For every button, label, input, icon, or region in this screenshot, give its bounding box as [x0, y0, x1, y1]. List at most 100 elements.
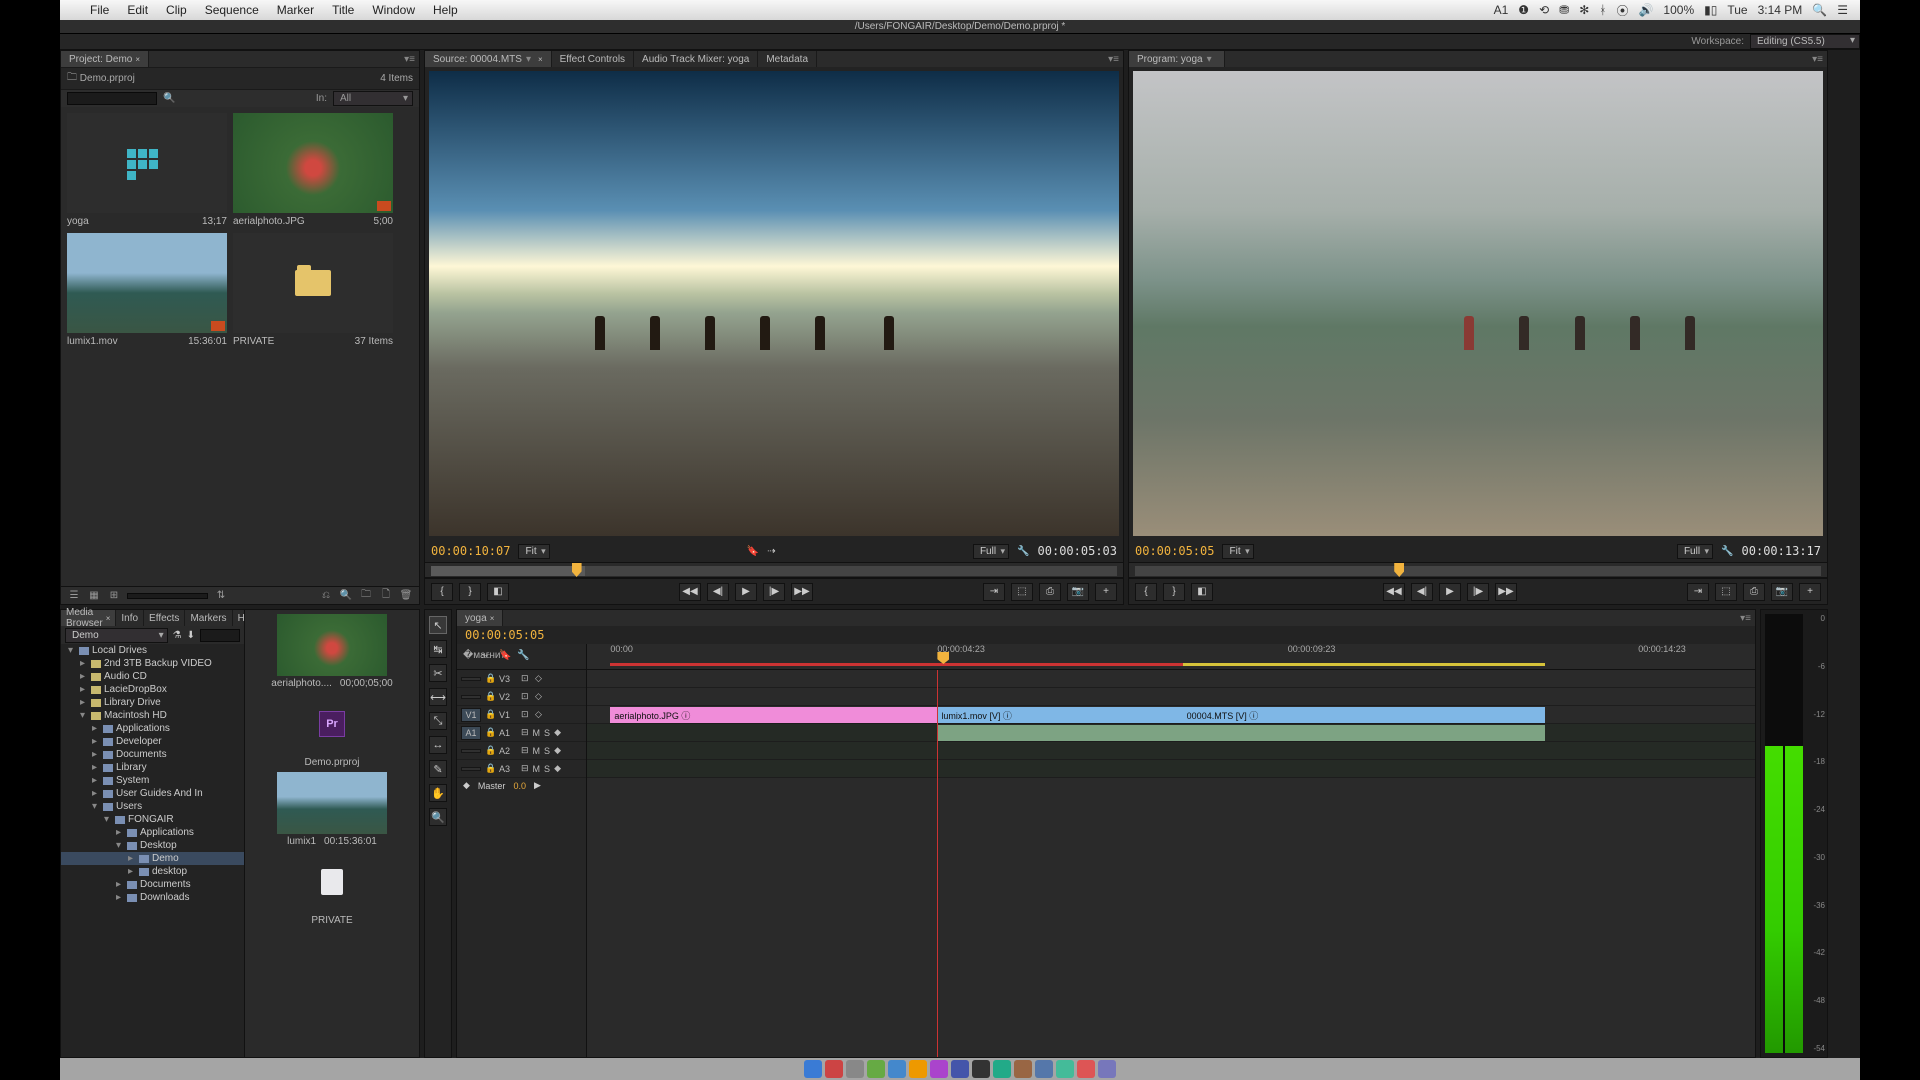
audio-track-header[interactable]: A1🔒A1⊟MS◆: [457, 724, 586, 742]
evernote-icon[interactable]: ✻: [1579, 3, 1589, 17]
sort-icon[interactable]: ⇅: [214, 590, 228, 602]
mute-icon[interactable]: ⊟: [521, 763, 529, 774]
dock-app-icon[interactable]: [1014, 1060, 1032, 1078]
lock-icon[interactable]: 🔒: [485, 709, 495, 720]
marker-add-icon[interactable]: 🔖: [499, 650, 513, 664]
video-track-header[interactable]: 🔒V3⊡◇: [457, 670, 586, 688]
export-frame-button[interactable]: ⎙: [1743, 583, 1765, 601]
mute-icon[interactable]: ⊟: [521, 727, 529, 738]
camera-button[interactable]: 📷: [1067, 583, 1089, 601]
toggle-sync-icon[interactable]: ◇: [535, 673, 542, 684]
rate-stretch-tool[interactable]: ⟷: [429, 688, 447, 706]
spotlight-icon[interactable]: 🔍: [1812, 3, 1827, 17]
dock-app-icon[interactable]: [888, 1060, 906, 1078]
hand-tool[interactable]: ✋: [429, 784, 447, 802]
tree-row[interactable]: ▸Library Drive: [61, 696, 244, 709]
find-icon[interactable]: 🔍: [339, 590, 353, 602]
menu-sequence[interactable]: Sequence: [205, 3, 259, 17]
tree-row[interactable]: ▾Desktop: [61, 839, 244, 852]
program-zoom-dropdown[interactable]: Fit: [1222, 544, 1253, 559]
source-patch[interactable]: A1: [461, 726, 481, 740]
wrench-icon[interactable]: 🔧: [1017, 546, 1029, 557]
dock-app-icon[interactable]: [825, 1060, 843, 1078]
link-icon[interactable]: ⫘: [481, 650, 495, 664]
toggle-output-icon[interactable]: ⊡: [521, 673, 531, 684]
timeline-tracks[interactable]: aerialphoto.JPG ⓘlumix1.mov [V] ⓘ00004.M…: [587, 670, 1755, 1057]
audio-track-header[interactable]: 🔒A3⊟MS◆: [457, 760, 586, 778]
marker-icon[interactable]: 🔖: [747, 546, 759, 557]
panel-menu-icon[interactable]: ▾≡: [404, 54, 415, 65]
audio-track-header[interactable]: 🔒A2⊟MS◆: [457, 742, 586, 760]
export-frame-button[interactable]: ⎙: [1039, 583, 1061, 601]
filter-icon[interactable]: ⚗: [173, 630, 182, 641]
timeline-clip[interactable]: [1183, 725, 1545, 741]
metadata-tab[interactable]: Metadata: [758, 51, 817, 67]
tree-row[interactable]: ▾FONGAIR: [61, 813, 244, 826]
toggle-sync-icon[interactable]: ◇: [535, 691, 542, 702]
menu-marker[interactable]: Marker: [277, 3, 314, 17]
camera-button[interactable]: 📷: [1771, 583, 1793, 601]
play-button[interactable]: ▶: [1439, 583, 1461, 601]
source-timecode[interactable]: 00:00:10:07: [431, 544, 510, 558]
info-tab[interactable]: Info: [116, 610, 144, 626]
dock-app-icon[interactable]: [867, 1060, 885, 1078]
effect-controls-tab[interactable]: Effect Controls: [552, 51, 634, 67]
mb-search-input[interactable]: [200, 629, 240, 642]
project-in-dropdown[interactable]: All▾: [333, 91, 413, 106]
timeline-timecode[interactable]: 00:00:05:05: [457, 626, 1755, 644]
keyframe-icon[interactable]: ◆: [554, 745, 561, 756]
bluetooth-icon[interactable]: ᚼ: [1599, 3, 1606, 17]
panel-menu-icon[interactable]: ▾≡: [1740, 613, 1751, 624]
tree-row[interactable]: ▸Applications: [61, 826, 244, 839]
settings-icon[interactable]: 🔧: [517, 650, 531, 664]
dock-app-icon[interactable]: [1098, 1060, 1116, 1078]
mb-item[interactable]: lumix100:15:36:01: [249, 772, 415, 847]
wrench-icon[interactable]: 🔧: [1721, 546, 1733, 557]
ripple-tool[interactable]: ✂: [429, 664, 447, 682]
lock-icon[interactable]: 🔒: [485, 727, 495, 738]
video-track-header[interactable]: V1🔒V1⊡◇: [457, 706, 586, 724]
add-marker-button[interactable]: ◧: [487, 583, 509, 601]
mark-in-button[interactable]: {: [1135, 583, 1157, 601]
button-editor[interactable]: +: [1095, 583, 1117, 601]
master-value[interactable]: 0.0: [513, 781, 526, 791]
toggle-sync-icon[interactable]: ◇: [535, 709, 542, 720]
mac-dock[interactable]: [60, 1058, 1860, 1080]
bin-item[interactable]: yoga13;17: [67, 113, 227, 227]
volume-icon[interactable]: 🔊: [1638, 3, 1653, 17]
tree-row[interactable]: ▸2nd 3TB Backup VIDEO: [61, 657, 244, 670]
new-bin-icon[interactable]: 🗀: [359, 590, 373, 602]
mb-item[interactable]: aerialphoto....00;00;05;00: [249, 614, 415, 689]
program-ruler[interactable]: [1129, 562, 1827, 578]
play-icon[interactable]: ▶: [534, 780, 541, 791]
add-marker-button[interactable]: ◧: [1191, 583, 1213, 601]
timeline-clip[interactable]: 00004.MTS [V] ⓘ: [1183, 707, 1545, 723]
tree-row[interactable]: ▾Users: [61, 800, 244, 813]
tree-row[interactable]: ▸Documents: [61, 748, 244, 761]
trash-icon[interactable]: 🗑: [399, 590, 413, 602]
bin-item[interactable]: aerialphoto.JPG5;00: [233, 113, 393, 227]
program-timecode[interactable]: 00:00:05:05: [1135, 544, 1214, 558]
overwrite-button[interactable]: ⬚: [1011, 583, 1033, 601]
go-to-in-button[interactable]: ◀◀: [1383, 583, 1405, 601]
step-fwd-button[interactable]: |▶: [763, 583, 785, 601]
program-viewport[interactable]: [1133, 71, 1823, 536]
slip-tool[interactable]: ↔: [429, 736, 447, 754]
wifi-icon[interactable]: ⦿: [1616, 2, 1628, 19]
panel-menu-icon[interactable]: ▾≡: [1108, 54, 1119, 65]
source-patch[interactable]: [461, 695, 481, 699]
tree-row[interactable]: ▸Demo: [61, 852, 244, 865]
automate-icon[interactable]: ⎌: [319, 590, 333, 602]
source-patch[interactable]: [461, 749, 481, 753]
program-res-dropdown[interactable]: Full: [1677, 544, 1713, 559]
button-editor[interactable]: +: [1799, 583, 1821, 601]
notif-icon[interactable]: ❶: [1518, 3, 1529, 17]
tree-row[interactable]: ▸Applications: [61, 722, 244, 735]
playhead[interactable]: [937, 670, 938, 1057]
bin-item[interactable]: PRIVATE37 Items: [233, 233, 393, 347]
dock-app-icon[interactable]: [846, 1060, 864, 1078]
source-zoom-dropdown[interactable]: Fit: [518, 544, 549, 559]
ingest-icon[interactable]: ⬇: [187, 630, 195, 641]
selection-tool[interactable]: ↖: [429, 616, 447, 634]
tree-row[interactable]: ▸Audio CD: [61, 670, 244, 683]
